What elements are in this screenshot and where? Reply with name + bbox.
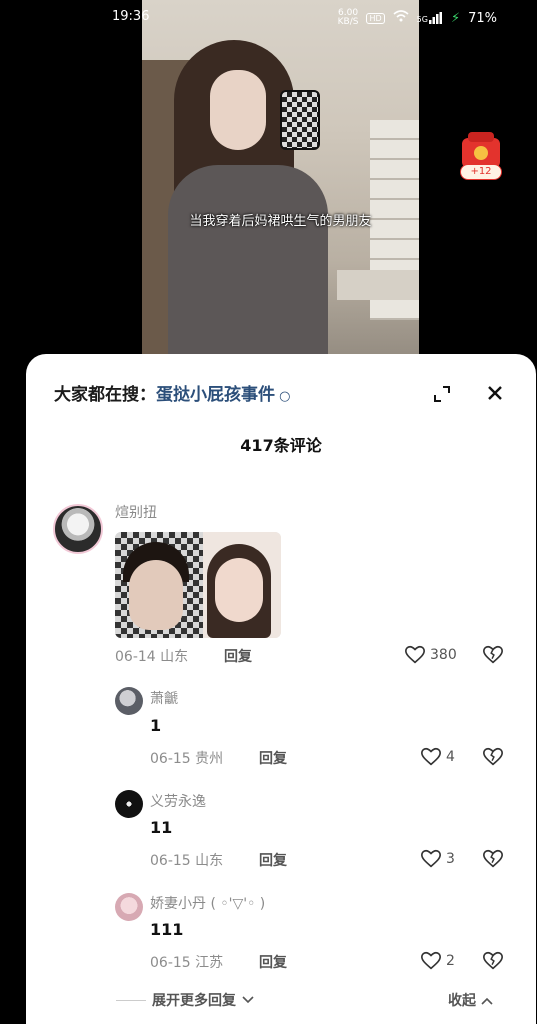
coin-icon [474,146,488,160]
comment-username[interactable]: 煊别扭 [115,502,157,522]
signal-icon: 5G [417,12,443,24]
expand-icon[interactable] [432,384,452,404]
comments-sheet: 大家都在搜：蛋挞小屁孩事件 ○ 417条评论 煊别扭 06-14 山东 回复 3… [26,354,536,1024]
comment-image[interactable] [115,532,281,638]
video-subtitle: 当我穿着后妈裙哄生气的男朋友 [189,214,372,229]
broken-heart-icon[interactable] [482,746,504,768]
video-frame: 当我穿着后妈裙哄生气的男朋友 [142,0,419,372]
hd-icon: HD [366,12,385,24]
divider [116,999,146,1001]
like-count: 4 [446,749,455,765]
trending-search[interactable]: 大家都在搜：蛋挞小屁孩事件 ○ [54,380,290,405]
network-speed: 6.00 KB/S [337,8,359,27]
like-button[interactable]: 2 [420,950,455,972]
person-face [210,70,266,150]
reply-text: 11 [150,818,173,837]
reply-button[interactable]: 回复 [259,850,287,870]
like-button[interactable]: 3 [420,848,455,870]
envelope-ribbon [468,132,494,142]
battery-level: 71% [468,10,497,26]
avatar[interactable] [115,893,143,921]
like-button[interactable]: 4 [420,746,455,768]
reply-button[interactable]: 回复 [259,952,287,972]
reply-username[interactable]: 娇妻小丹 ( ◦'▽'◦ ) [150,893,265,913]
status-icons: 6.00 KB/S HD 5G ⚡ 71% [338,9,497,27]
heart-icon [421,849,441,868]
status-bar: 19:36 6.00 KB/S HD 5G ⚡ 71% [0,8,537,28]
broken-heart-icon[interactable] [482,950,504,972]
search-query-link[interactable]: 蛋挞小屁孩事件 [156,385,275,405]
reply-username[interactable]: 萧䶵 [150,688,178,708]
broken-heart-icon[interactable] [482,644,504,666]
broken-heart-icon[interactable] [482,848,504,870]
chevron-down-icon [242,996,254,1004]
comment-count: 417条评论 [240,436,322,455]
close-icon[interactable] [484,382,506,404]
heart-icon [421,951,441,970]
video-player[interactable]: 当我穿着后妈裙哄生气的男朋友 [0,0,537,372]
red-packet-badge: +12 [460,164,502,180]
comment-meta: 06-14 山东 [115,649,189,665]
charging-icon: ⚡ [450,10,461,26]
search-icon: ○ [275,389,291,404]
reply-username[interactable]: 义劳永逸 [150,791,206,811]
more-replies-label: 展开更多回复 [152,993,236,1009]
chevron-up-icon [481,997,493,1005]
like-count: 380 [430,647,457,663]
expand-more-replies[interactable]: 展开更多回复 [116,990,254,1010]
avatar[interactable] [115,687,143,715]
like-count: 3 [446,851,455,867]
reply-text: 111 [150,920,184,939]
image-right-face [215,558,263,622]
collapse-replies[interactable]: 收起 [448,990,493,1010]
image-left-face [129,560,183,630]
phone-in-hand [280,90,320,150]
collapse-label: 收起 [448,993,476,1009]
person-body [168,165,328,372]
red-packet-widget[interactable]: +12 [458,130,504,184]
like-count: 2 [446,953,455,969]
avatar[interactable] [53,504,103,554]
reply-button[interactable]: 回复 [259,748,287,768]
reply-meta: 06-15 贵州 [150,751,224,767]
reply-meta: 06-15 江苏 [150,955,224,971]
reply-meta: 06-15 山东 [150,853,224,869]
search-prefix: 大家都在搜： [54,385,156,405]
heart-icon [421,747,441,766]
status-time: 19:36 [112,9,150,24]
reply-button[interactable]: 回复 [224,646,252,666]
heart-icon [405,645,425,664]
wifi-icon [393,10,409,26]
table [337,270,419,300]
like-button[interactable]: 380 [404,644,457,666]
avatar[interactable] [115,790,143,818]
reply-text: 1 [150,716,162,735]
